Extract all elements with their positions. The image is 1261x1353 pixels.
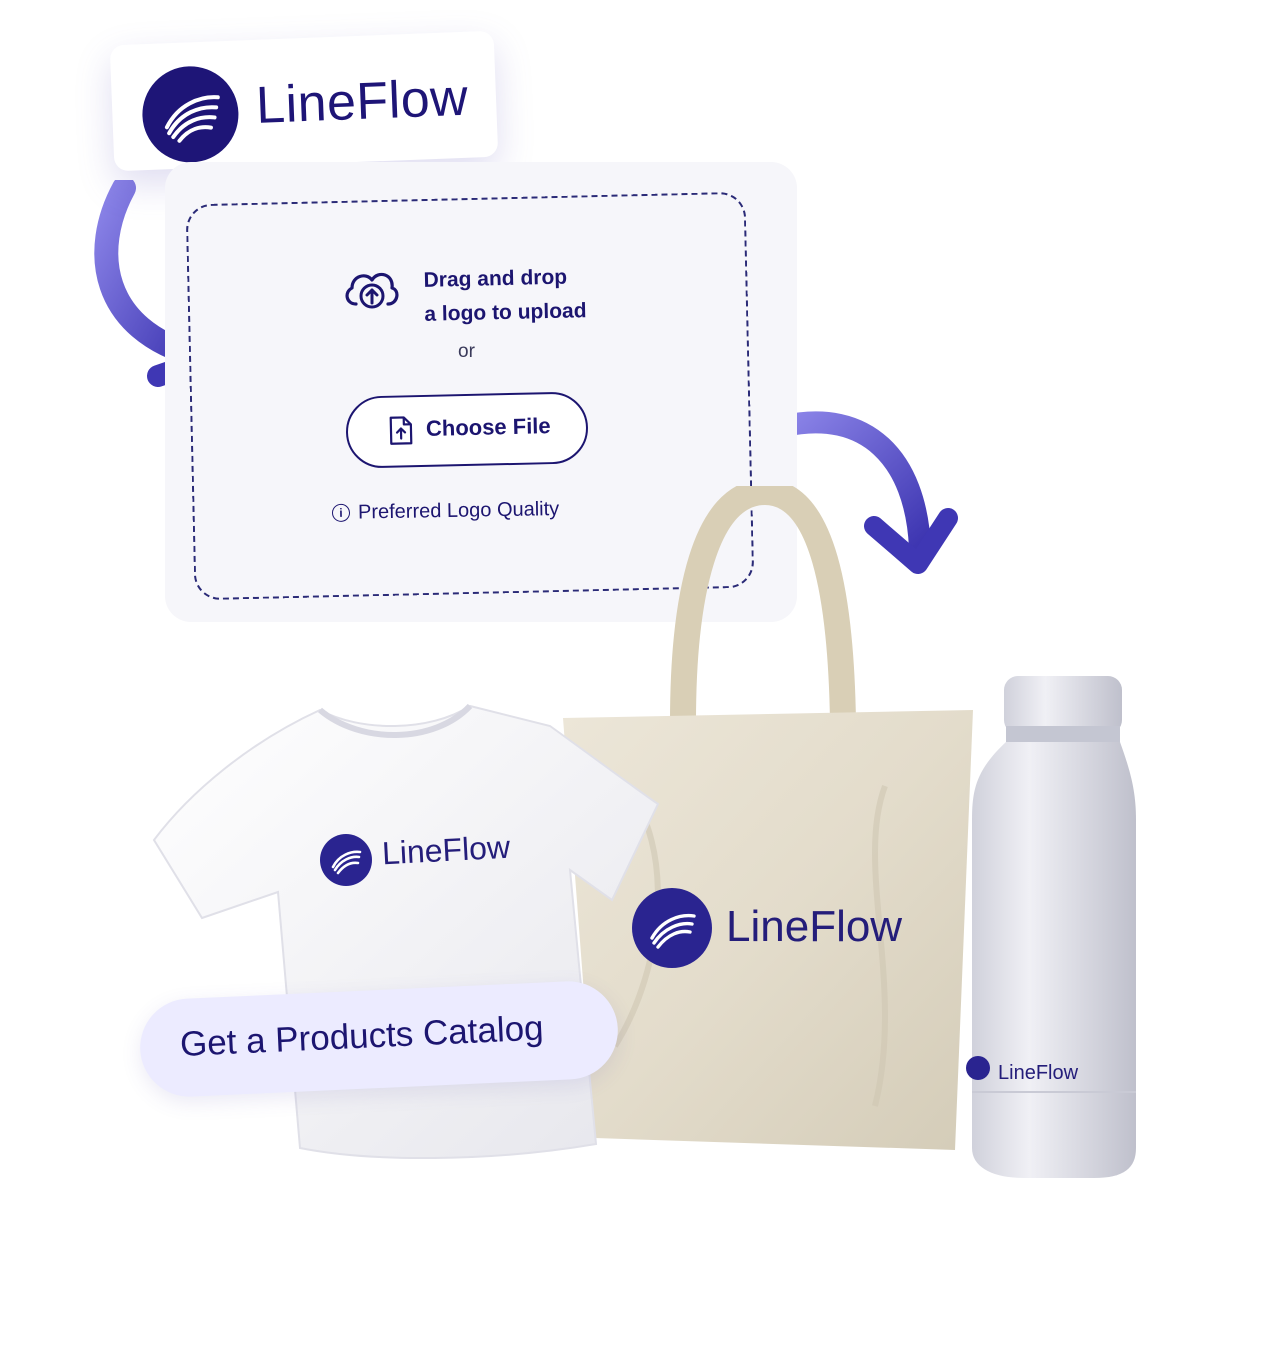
drag-drop-line-1: Drag and drop xyxy=(423,265,568,292)
drag-drop-line-2: a logo to upload xyxy=(424,299,587,326)
logo-card: LineFlow xyxy=(109,30,499,172)
cloud-upload-icon xyxy=(345,272,399,309)
choose-file-button[interactable]: Choose File xyxy=(345,391,589,469)
tote-brand-name: LineFlow xyxy=(726,902,903,951)
bottle-brand-name: LineFlow xyxy=(998,1062,1079,1084)
lineflow-swoosh-icon xyxy=(140,64,241,165)
water-bottle-image xyxy=(972,676,1136,1178)
bottle-logo-icon xyxy=(966,1056,990,1080)
drag-drop-instructions: Drag and drop a logo to upload xyxy=(423,260,587,332)
choose-file-label: Choose File xyxy=(425,413,551,441)
tshirt-logo-icon xyxy=(320,834,372,886)
tshirt-brand-name: LineFlow xyxy=(381,828,511,872)
info-icon: i xyxy=(331,503,351,522)
get-products-catalog-label: Get a Products Catalog xyxy=(179,1008,545,1065)
file-upload-icon xyxy=(389,416,413,445)
or-separator: or xyxy=(458,341,475,362)
preferred-logo-quality-link[interactable]: i Preferred Logo Quality xyxy=(331,498,560,525)
brand-name: LineFlow xyxy=(255,68,470,135)
preferred-logo-quality-label: Preferred Logo Quality xyxy=(357,498,560,524)
